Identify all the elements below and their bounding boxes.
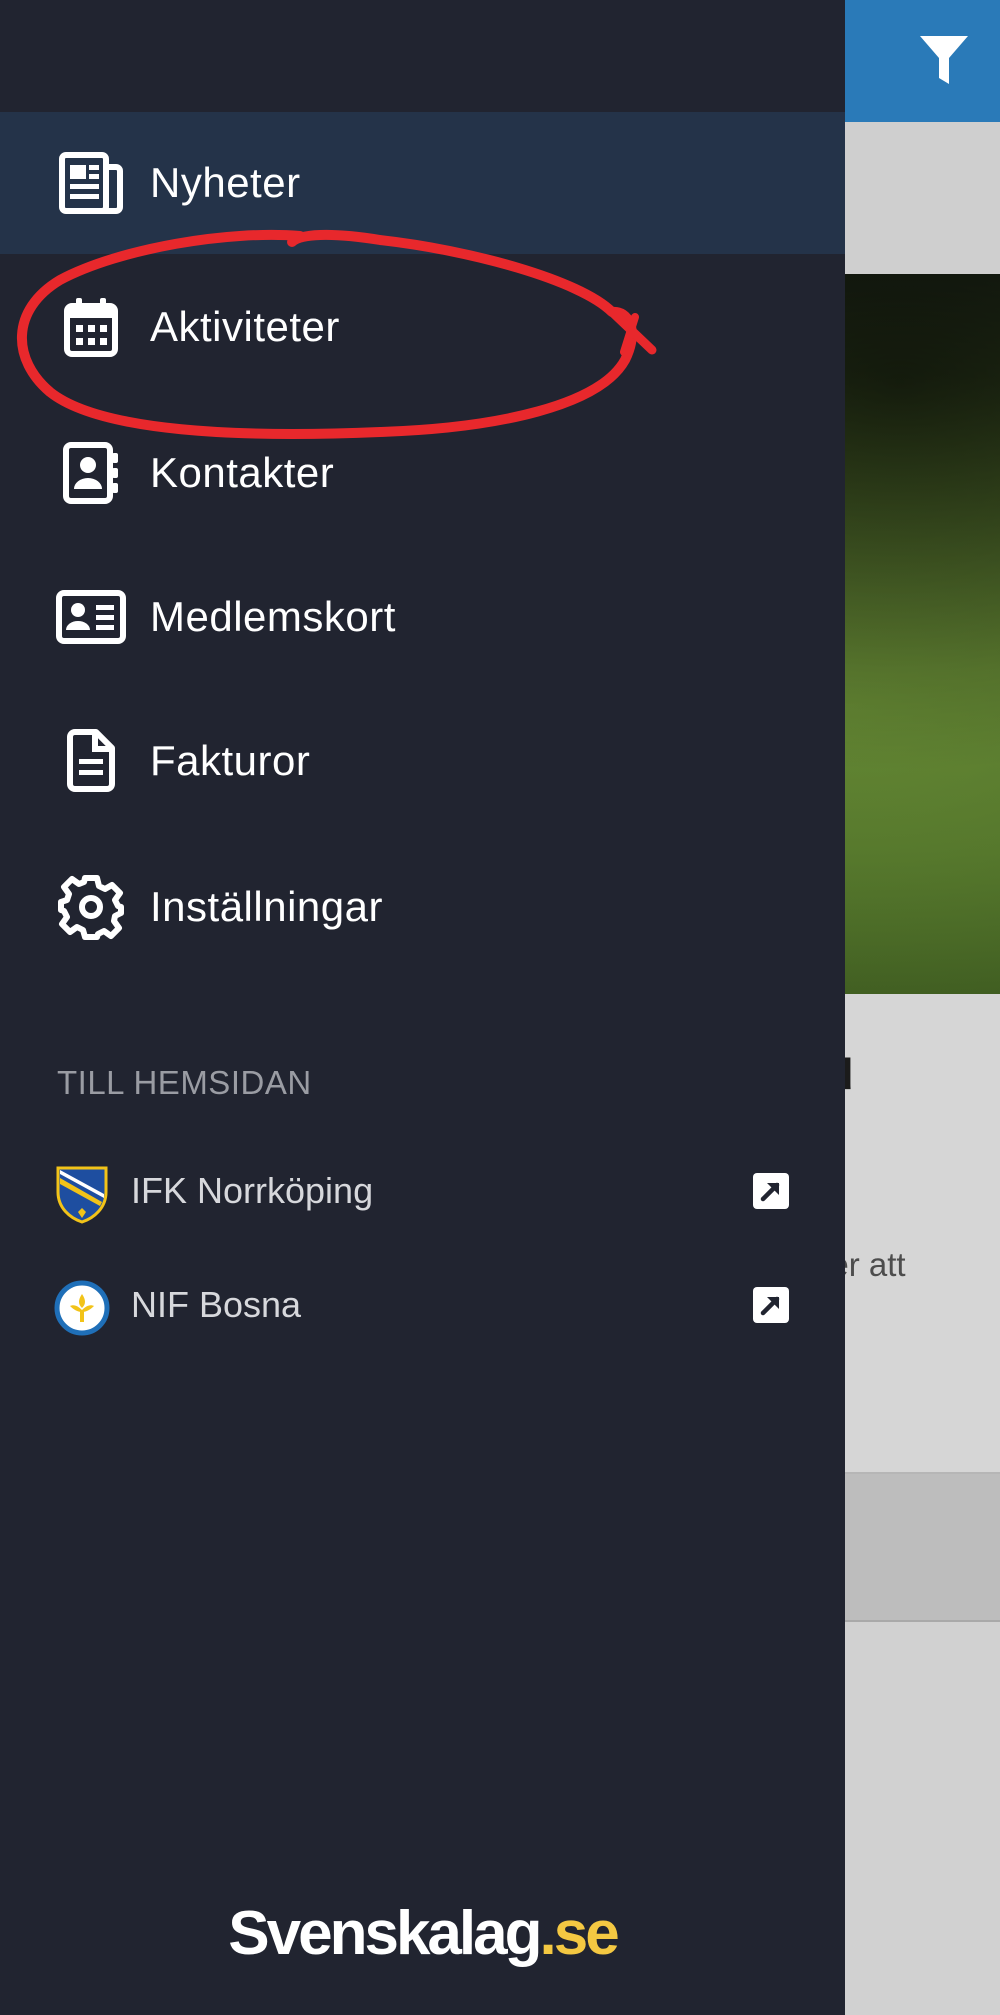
brand-name: Svenskalag: [228, 1899, 542, 1968]
calendar-icon: [54, 290, 128, 364]
newspaper-icon: [54, 146, 128, 220]
contact-book-icon: [54, 436, 128, 510]
nav-item-label: Kontakter: [150, 449, 335, 496]
section-title-hemsidan: TILL HEMSIDAN: [57, 1064, 312, 1101]
invoice-document-icon: [54, 724, 128, 798]
gear-icon: [54, 870, 128, 944]
club-name: NIF Bosna: [131, 1284, 302, 1325]
brand-tld: .se: [539, 1899, 620, 1968]
club-link-ifk-norrkoping[interactable]: IFK Norrköping: [0, 1142, 845, 1242]
club-name: IFK Norrköping: [131, 1170, 374, 1211]
nav-item-label: Fakturor: [150, 737, 311, 784]
external-link-icon[interactable]: [753, 1287, 789, 1323]
nav-item-label: Medlemskort: [150, 593, 396, 640]
club-link-nif-bosna[interactable]: NIF Bosna: [0, 1256, 845, 1356]
nif-bosna-crest: [54, 1278, 110, 1338]
nav-item-fakturor[interactable]: Fakturor: [0, 690, 845, 832]
nav-item-installningar[interactable]: Inställningar: [0, 836, 845, 978]
nav-item-nyheter[interactable]: Nyheter: [0, 112, 845, 254]
id-card-icon: [54, 580, 128, 654]
nav-item-label: Inställningar: [150, 883, 383, 930]
nav-item-kontakter[interactable]: Kontakter: [0, 402, 845, 544]
filter-icon[interactable]: [918, 34, 970, 88]
nav-item-medlemskort[interactable]: Medlemskort: [0, 546, 845, 688]
external-link-icon[interactable]: [753, 1173, 789, 1209]
nav-item-aktiviteter[interactable]: Aktiviteter: [0, 256, 845, 398]
nav-item-label: Nyheter: [150, 159, 301, 206]
svenskalag-logo: Svenskalag.se: [0, 1898, 845, 1969]
ifk-norrkoping-crest: [54, 1164, 110, 1224]
nav-item-label: Aktiviteter: [150, 303, 340, 350]
navigation-drawer: Nyheter Aktiviteter Kontakter Medlemskor…: [0, 0, 845, 2015]
